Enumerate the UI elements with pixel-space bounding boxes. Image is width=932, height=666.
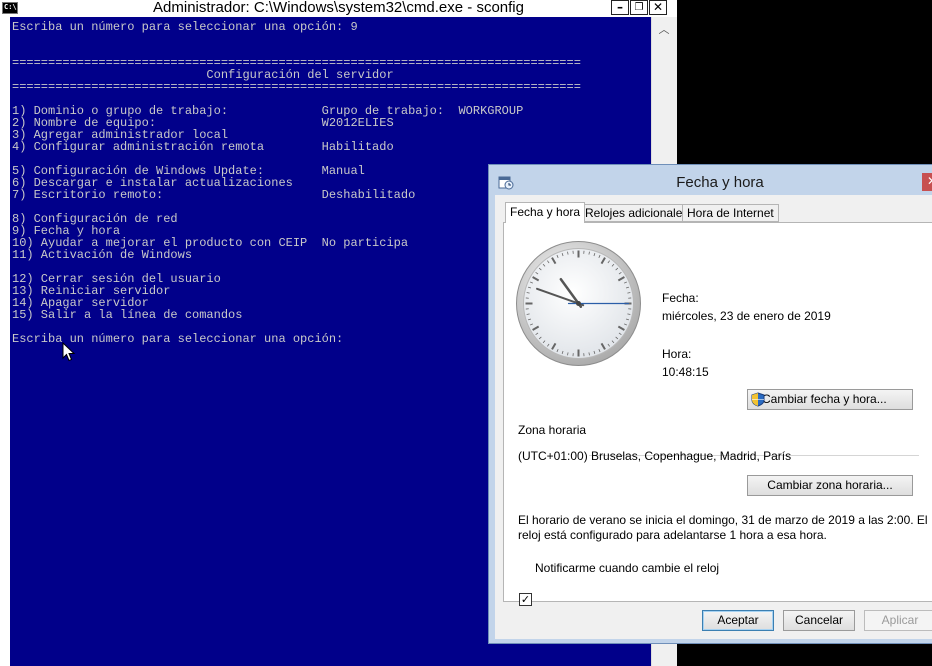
change-timezone-button[interactable]: Cambiar zona horaria... <box>747 475 913 496</box>
notify-checkbox-label[interactable]: Notificarme cuando cambie el reloj <box>535 561 719 575</box>
ok-button[interactable]: Aceptar <box>702 610 774 631</box>
notify-checkbox[interactable]: ✓ <box>519 593 532 606</box>
date-label: Fecha: <box>662 291 699 305</box>
uac-shield-icon <box>751 392 765 407</box>
datetime-dialog: Fecha y hora ✕ Fecha y hora Relojes adic… <box>488 164 932 644</box>
cmd-window-title: Administrador: C:\Windows\system32\cmd.e… <box>153 0 524 16</box>
analog-clock-icon <box>516 241 641 366</box>
cmd-titlebar[interactable]: C:\ Administrador: C:\Windows\system32\c… <box>0 0 677 17</box>
change-datetime-button[interactable]: Cambiar fecha y hora... <box>747 389 913 410</box>
tab-fecha-y-hora[interactable]: Fecha y hora <box>505 202 586 223</box>
tab-panel: Fecha: miércoles, 23 de enero de 2019 Ho… <box>503 222 932 606</box>
minimize-button[interactable]: – <box>611 0 629 15</box>
tab-relojes-adicionales[interactable]: Relojes adicionales <box>580 204 694 222</box>
apply-button[interactable]: Aplicar <box>864 610 932 631</box>
change-datetime-label: Cambiar fecha y hora... <box>762 392 887 406</box>
scroll-up-arrow-icon[interactable]: ︿ <box>656 22 672 38</box>
timezone-group-label: Zona horaria <box>518 423 587 437</box>
time-value: 10:48:15 <box>662 365 709 379</box>
tab-hora-de-internet[interactable]: Hora de Internet <box>682 204 779 222</box>
close-button[interactable]: ✕ <box>649 0 667 15</box>
date-value: miércoles, 23 de enero de 2019 <box>662 309 831 323</box>
dialog-body: Fecha y hora Relojes adicionales Hora de… <box>495 195 932 639</box>
cancel-button[interactable]: Cancelar <box>783 610 855 631</box>
dialog-title: Fecha y hora <box>676 174 764 191</box>
mouse-pointer-icon <box>62 342 76 362</box>
restore-button[interactable]: ❐ <box>630 0 648 15</box>
dst-info-line2: reloj está configurado para adelantarse … <box>518 528 827 542</box>
time-label: Hora: <box>662 347 692 361</box>
dst-info-line1: El horario de verano se inicia el doming… <box>518 513 928 527</box>
timezone-value: (UTC+01:00) Bruselas, Copenhague, Madrid… <box>518 449 792 463</box>
dialog-close-button[interactable]: ✕ <box>922 173 932 191</box>
